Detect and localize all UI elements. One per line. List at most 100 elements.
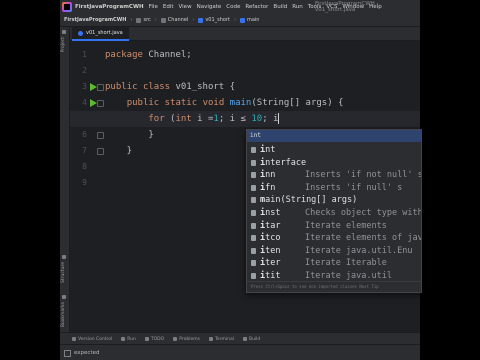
completion-item[interactable]: int — [247, 144, 421, 157]
tool-window-version-control[interactable]: Version Control — [72, 337, 112, 342]
code-line[interactable]: package Channel; — [105, 47, 192, 63]
chevron-right-icon: › — [130, 17, 133, 23]
tool-window-label: Terminal — [214, 336, 234, 342]
breadcrumb-label: FirstJavaProgramCWH — [64, 17, 127, 23]
breadcrumb-label: src — [143, 17, 151, 23]
completion-header: int — [247, 130, 421, 142]
tool-window-icon — [173, 337, 178, 341]
menu-item-run[interactable]: Run — [292, 4, 303, 10]
tool-window-icon — [242, 337, 247, 341]
tool-window-label: Problems — [179, 336, 200, 342]
template-icon — [251, 273, 256, 279]
menu-item-view[interactable]: View — [179, 4, 192, 10]
tool-window-label: Version Control — [78, 336, 113, 342]
editor-gutter: 123456789 — [70, 41, 105, 303]
menu-item-refactor[interactable]: Refactor — [245, 4, 268, 10]
status-message: expected — [74, 350, 100, 356]
completion-header-text: int — [250, 132, 261, 139]
completion-item[interactable]: itar Iterate elements — [247, 220, 421, 233]
completion-item[interactable]: iten Iterate java.util.Enu — [247, 245, 421, 258]
breadcrumb-item[interactable]: Channel › — [160, 17, 195, 23]
breadcrumb: FirstJavaProgramCWH › src › Channel › v01_shor… — [60, 14, 420, 27]
completion-item-name: itar — [260, 220, 281, 231]
completion-item-name: inst — [260, 208, 281, 218]
template-icon — [251, 159, 256, 166]
fold-marker-icon[interactable] — [97, 84, 104, 91]
java-class-icon — [78, 30, 83, 36]
fold-marker-icon[interactable] — [97, 100, 104, 107]
completion-item-name: inn — [260, 170, 276, 181]
breadcrumb-label: Channel — [167, 17, 189, 23]
completion-item-description: Iterate Iterable — [305, 258, 387, 269]
class-icon — [239, 17, 245, 23]
code-line[interactable]: } — [105, 127, 153, 143]
completion-item-name: interface — [260, 157, 307, 168]
status-bar: expected — [60, 344, 420, 360]
completion-item-description: Iterate elements of java — [305, 233, 422, 244]
structure-tool-icon[interactable] — [62, 255, 66, 259]
tool-window-icon — [121, 337, 126, 341]
completion-item[interactable]: interface — [247, 157, 421, 170]
completion-item-description: Iterate elements — [305, 220, 387, 231]
tool-window-icon — [144, 337, 149, 341]
completion-item[interactable]: inst Checks object type with — [247, 207, 421, 220]
completion-footer-text: Press Ctrl+Space to see non-imported cla… — [251, 284, 379, 289]
completion-item-description: Iterate java.util.Enu — [305, 245, 413, 256]
template-icon — [251, 235, 256, 242]
structure-tool-label[interactable]: Structure — [61, 262, 66, 283]
template-icon — [251, 184, 256, 191]
line-number: 7 — [82, 146, 87, 155]
class-icon — [198, 17, 204, 23]
status-icon — [64, 349, 71, 357]
line-number: 4 — [82, 98, 87, 107]
breadcrumb-item[interactable]: v01_short › — [198, 17, 236, 23]
completion-item-name: iter — [260, 258, 281, 269]
completion-item[interactable]: iter Iterate Iterable — [247, 257, 421, 270]
fold-marker-icon[interactable] — [97, 132, 104, 139]
folder-icon — [160, 17, 166, 23]
fold-marker-icon[interactable] — [97, 148, 104, 155]
project-name: FirstJavaProgramCWH — [75, 4, 144, 10]
run-icon[interactable] — [90, 99, 97, 107]
tool-window-run[interactable]: Run — [121, 337, 136, 342]
tool-window-icon — [208, 337, 213, 341]
completion-item[interactable]: main(String[] args) — [247, 194, 421, 207]
code-line[interactable]: for (int i =1; i ≤ 10; i — [105, 111, 280, 127]
menu-item-code[interactable]: Code — [226, 4, 240, 10]
project-tool-icon[interactable] — [62, 30, 66, 34]
menu-item-file[interactable]: File — [149, 4, 158, 10]
chevron-right-icon: › — [154, 17, 157, 23]
menu-item-build[interactable]: Build — [273, 4, 287, 10]
bookmarks-tool-label[interactable]: Bookmarks — [61, 302, 66, 327]
breadcrumb-item[interactable]: main — [239, 17, 259, 23]
completion-item[interactable]: inn Inserts 'if not null' s — [247, 169, 421, 182]
tool-window-label: TODO — [150, 336, 165, 342]
template-icon — [251, 172, 256, 179]
window-title: FirstJavaProgramCWH - v01_short.java — [315, 1, 379, 13]
breadcrumb-item[interactable]: FirstJavaProgramCWH › — [64, 17, 132, 23]
code-line[interactable]: public static void main(String[] args) { — [105, 95, 344, 111]
chevron-right-icon: › — [192, 17, 195, 23]
tool-window-label: Run — [127, 336, 136, 342]
completion-footer: Press Ctrl+Space to see non-imported cla… — [247, 281, 421, 292]
tool-window-problems[interactable]: Problems — [173, 337, 200, 342]
tool-window-terminal[interactable]: Terminal — [208, 336, 234, 342]
bookmarks-tool-icon[interactable] — [62, 295, 66, 299]
completion-item[interactable]: itco Iterate elements of java — [247, 232, 421, 245]
code-line[interactable]: } — [105, 143, 132, 159]
menu-bar: FirstJavaProgramCWH File Edit View Navigate C… — [60, 0, 420, 14]
tool-window-todo[interactable]: TODO — [144, 336, 165, 342]
breadcrumb-item[interactable]: src › — [136, 17, 157, 23]
code-line[interactable]: public class v01_short { — [105, 79, 235, 95]
menu-item-navigate[interactable]: Navigate — [197, 4, 222, 10]
tab-v01-short[interactable]: v01_short.java — [72, 27, 129, 41]
tool-window-build[interactable]: Build — [242, 337, 260, 342]
completion-item-description: Checks object type with — [305, 208, 422, 218]
line-number: 2 — [82, 66, 87, 75]
project-tool-label[interactable]: Project — [61, 37, 66, 52]
menu-item-edit[interactable]: Edit — [163, 4, 174, 10]
completion-item[interactable]: ifn Inserts 'if null' s — [247, 182, 421, 195]
completion-item-name: itco — [260, 233, 281, 244]
run-icon[interactable] — [90, 83, 97, 91]
tab-label: v01_short.java — [86, 30, 123, 36]
